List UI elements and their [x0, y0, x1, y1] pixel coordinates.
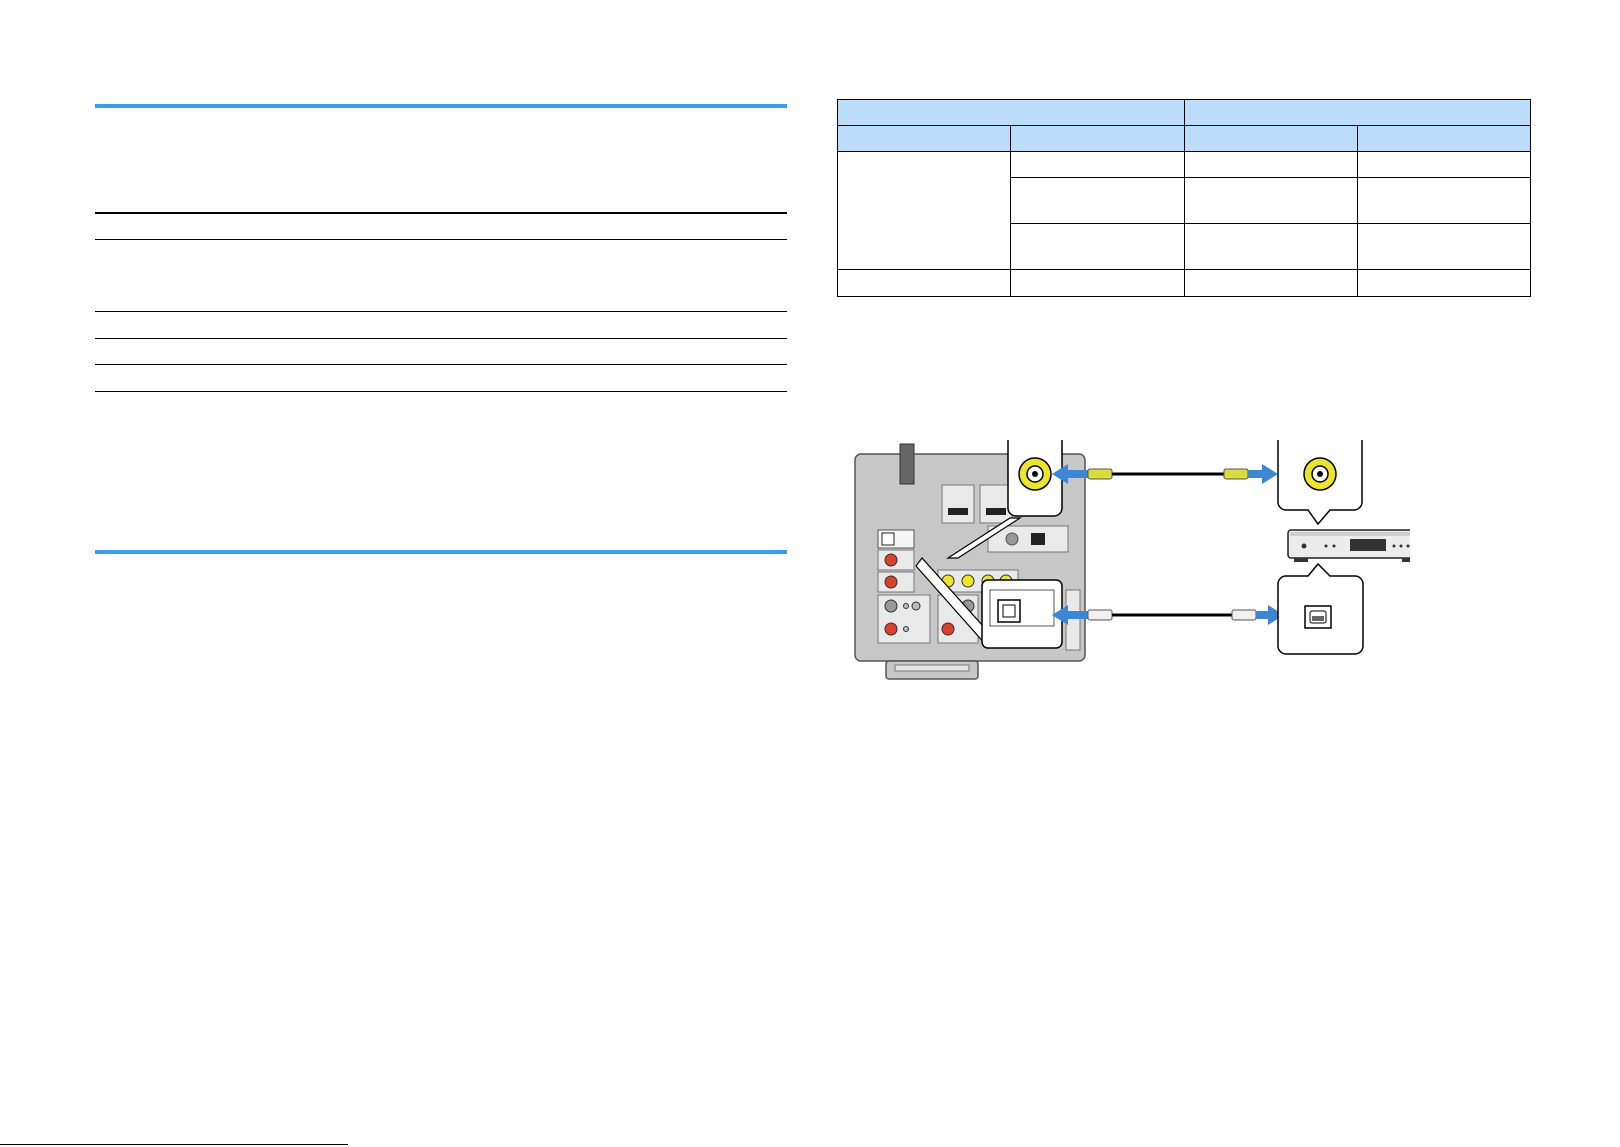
table-bottom-rule: [95, 391, 787, 392]
table-sub-header: [1010, 125, 1185, 152]
section-second-rule: [95, 550, 787, 554]
coaxial-cable: [1052, 464, 1278, 484]
table-cell: [1356, 269, 1532, 297]
table-row-divider: [95, 338, 787, 339]
table-cell: [1356, 151, 1532, 178]
table-sub-header: [836, 125, 1012, 152]
table-sub-header: [1356, 125, 1532, 152]
table-row-divider: [95, 311, 787, 312]
table-cell: [1183, 223, 1358, 270]
table-cell: [1356, 177, 1532, 224]
table-row-divider: [95, 239, 787, 240]
table-row-divider: [95, 364, 787, 365]
table-cell: [836, 269, 1012, 297]
table-cell: [1183, 177, 1358, 224]
table-cell: [1010, 151, 1185, 178]
optical-jack-icon: [981, 579, 1063, 649]
table-cell: [1010, 223, 1185, 270]
section-top-rule: [95, 104, 787, 108]
coaxial-jack-icon: [1007, 440, 1063, 517]
table-cell: [1010, 269, 1185, 297]
table-group-header: [837, 99, 1185, 126]
connection-table: [836, 99, 1532, 297]
table-top-rule: [95, 212, 787, 214]
table-cell: [836, 151, 1012, 270]
table-cell: [1183, 269, 1358, 297]
table-cell: [1356, 223, 1532, 270]
table-sub-header: [1183, 125, 1358, 152]
footer-rule: [0, 1144, 348, 1145]
cd-player-icon: [1277, 440, 1410, 655]
optical-cable: [1052, 605, 1284, 625]
connection-diagram: [854, 440, 1410, 680]
table-group-header: [1183, 99, 1531, 126]
table-cell: [1183, 151, 1358, 178]
table-cell: [1010, 177, 1185, 224]
